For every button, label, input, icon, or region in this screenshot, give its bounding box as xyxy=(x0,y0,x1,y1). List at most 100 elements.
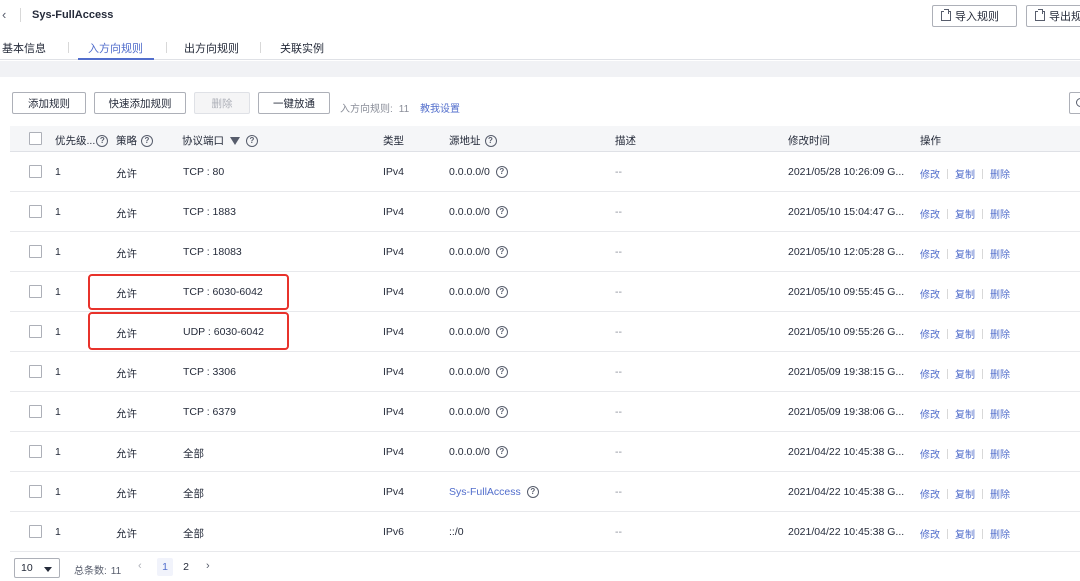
edit-link[interactable]: 修改 xyxy=(920,486,940,501)
cell-type: IPv4 xyxy=(383,406,405,418)
row-checkbox[interactable] xyxy=(29,405,42,418)
help-circle-icon[interactable]: ? xyxy=(96,134,109,147)
help-circle-icon[interactable]: ? xyxy=(495,166,508,178)
row-checkbox[interactable] xyxy=(29,485,42,498)
help-circle-icon[interactable]: ? xyxy=(495,206,508,218)
col-actions: 操作 xyxy=(920,135,941,147)
page-1-button[interactable]: 1 xyxy=(157,558,173,576)
help-circle-icon[interactable]: ? xyxy=(141,134,153,147)
table-row: 1 允许 TCP : 1883 IPv4 0.0.0.0/0? -- 2021/05/10 … xyxy=(10,192,1080,232)
delete-link[interactable]: 删除 xyxy=(990,326,1010,341)
action-separator xyxy=(982,528,983,539)
row-checkbox[interactable] xyxy=(29,165,42,178)
quick-add-rule-button[interactable]: 快速添加规则 xyxy=(94,92,186,114)
tab-basic-info[interactable]: 基本信息 xyxy=(2,40,46,56)
help-circle-icon[interactable]: ? xyxy=(526,486,539,498)
col-policy-label: 策略 xyxy=(116,135,137,147)
edit-link[interactable]: 修改 xyxy=(920,366,940,381)
col-priority-label: 优先级... xyxy=(55,135,96,147)
cell-policy: 允许 xyxy=(116,328,137,340)
delete-link[interactable]: 删除 xyxy=(990,526,1010,541)
import-rules-button[interactable]: 导入规则 xyxy=(932,5,1017,27)
back-chevron-icon[interactable]: ‹ xyxy=(2,8,12,22)
edit-link[interactable]: 修改 xyxy=(920,406,940,421)
tab-associated-instances[interactable]: 关联实例 xyxy=(280,40,324,56)
row-checkbox[interactable] xyxy=(29,205,42,218)
filter-icon[interactable] xyxy=(230,136,240,145)
copy-link[interactable]: 复制 xyxy=(955,246,975,261)
tab-separator xyxy=(68,42,69,53)
delete-link[interactable]: 删除 xyxy=(990,486,1010,501)
page-size-select[interactable]: 10 xyxy=(14,558,60,578)
cell-policy: 允许 xyxy=(116,288,137,300)
tab-inbound-rules[interactable]: 入方向规则 xyxy=(88,40,143,56)
help-circle-icon[interactable]: ? xyxy=(495,286,508,298)
delete-link[interactable]: 删除 xyxy=(990,446,1010,461)
search-icon[interactable] xyxy=(1069,92,1080,114)
help-circle-icon[interactable]: ? xyxy=(495,326,508,338)
help-circle-icon[interactable]: ? xyxy=(495,406,508,418)
table-row: 1 允许 UDP : 6030-6042 IPv4 0.0.0.0/0? -- 2021/0… xyxy=(10,312,1080,352)
select-all-checkbox[interactable] xyxy=(29,132,42,145)
delete-link[interactable]: 删除 xyxy=(990,366,1010,381)
copy-link[interactable]: 复制 xyxy=(955,206,975,221)
tab-outbound-rules[interactable]: 出方向规则 xyxy=(184,40,239,56)
col-source: 源地址? xyxy=(449,133,497,148)
delete-link[interactable]: 删除 xyxy=(990,286,1010,301)
edit-link[interactable]: 修改 xyxy=(920,166,940,181)
add-rule-button[interactable]: 添加规则 xyxy=(12,92,86,114)
row-checkbox[interactable] xyxy=(29,245,42,258)
edit-link[interactable]: 修改 xyxy=(920,526,940,541)
export-rules-button[interactable]: 导出规 xyxy=(1026,5,1080,27)
edit-link[interactable]: 修改 xyxy=(920,326,940,341)
col-protocol-port: 协议端口? xyxy=(182,133,258,148)
prev-page-icon[interactable]: ‹ xyxy=(138,560,142,572)
delete-link[interactable]: 删除 xyxy=(990,246,1010,261)
row-checkbox[interactable] xyxy=(29,525,42,538)
copy-link[interactable]: 复制 xyxy=(955,526,975,541)
copy-link[interactable]: 复制 xyxy=(955,326,975,341)
copy-link[interactable]: 复制 xyxy=(955,166,975,181)
copy-link[interactable]: 复制 xyxy=(955,446,975,461)
action-separator xyxy=(947,368,948,379)
cell-source: 0.0.0.0/0? xyxy=(449,206,508,218)
help-setup-link[interactable]: 教我设置 xyxy=(420,100,460,115)
cell-protocol-port: TCP : 6030-6042 xyxy=(183,286,263,298)
edit-link[interactable]: 修改 xyxy=(920,286,940,301)
edit-link[interactable]: 修改 xyxy=(920,246,940,261)
source-address: 0.0.0.0/0 xyxy=(449,446,490,458)
help-circle-icon[interactable]: ? xyxy=(495,366,508,378)
row-checkbox[interactable] xyxy=(29,285,42,298)
cell-priority: 1 xyxy=(55,206,61,218)
copy-link[interactable]: 复制 xyxy=(955,366,975,381)
help-circle-icon[interactable]: ? xyxy=(484,134,497,147)
delete-button[interactable]: 删除 xyxy=(194,92,250,114)
page-2-button[interactable]: 2 xyxy=(178,558,194,576)
copy-link[interactable]: 复制 xyxy=(955,486,975,501)
edit-link[interactable]: 修改 xyxy=(920,446,940,461)
help-circle-icon[interactable]: ? xyxy=(495,246,508,258)
col-policy: 策略? xyxy=(116,133,153,148)
row-checkbox[interactable] xyxy=(29,325,42,338)
row-checkbox[interactable] xyxy=(29,365,42,378)
help-circle-icon[interactable]: ? xyxy=(495,446,508,458)
cell-actions: 修改 复制 删除 xyxy=(920,286,1010,301)
source-address: 0.0.0.0/0 xyxy=(449,406,490,418)
table-row: 1 允许 TCP : 6030-6042 IPv4 0.0.0.0/0? -- 2021/0… xyxy=(10,272,1080,312)
cell-description: -- xyxy=(615,486,622,498)
edit-link[interactable]: 修改 xyxy=(920,206,940,221)
total-value: 11 xyxy=(110,566,122,577)
row-checkbox[interactable] xyxy=(29,445,42,458)
delete-link[interactable]: 删除 xyxy=(990,206,1010,221)
help-circle-icon[interactable]: ? xyxy=(246,134,258,147)
cell-protocol-port: TCP : 18083 xyxy=(183,246,242,258)
next-page-icon[interactable]: › xyxy=(206,560,210,572)
one-click-allow-button[interactable]: 一键放通 xyxy=(258,92,330,114)
cell-priority: 1 xyxy=(55,166,61,178)
cell-source: 0.0.0.0/0? xyxy=(449,446,508,458)
delete-link[interactable]: 删除 xyxy=(990,166,1010,181)
delete-link[interactable]: 删除 xyxy=(990,406,1010,421)
copy-link[interactable]: 复制 xyxy=(955,286,975,301)
copy-link[interactable]: 复制 xyxy=(955,406,975,421)
source-group-link[interactable]: Sys-FullAccess xyxy=(449,486,521,498)
